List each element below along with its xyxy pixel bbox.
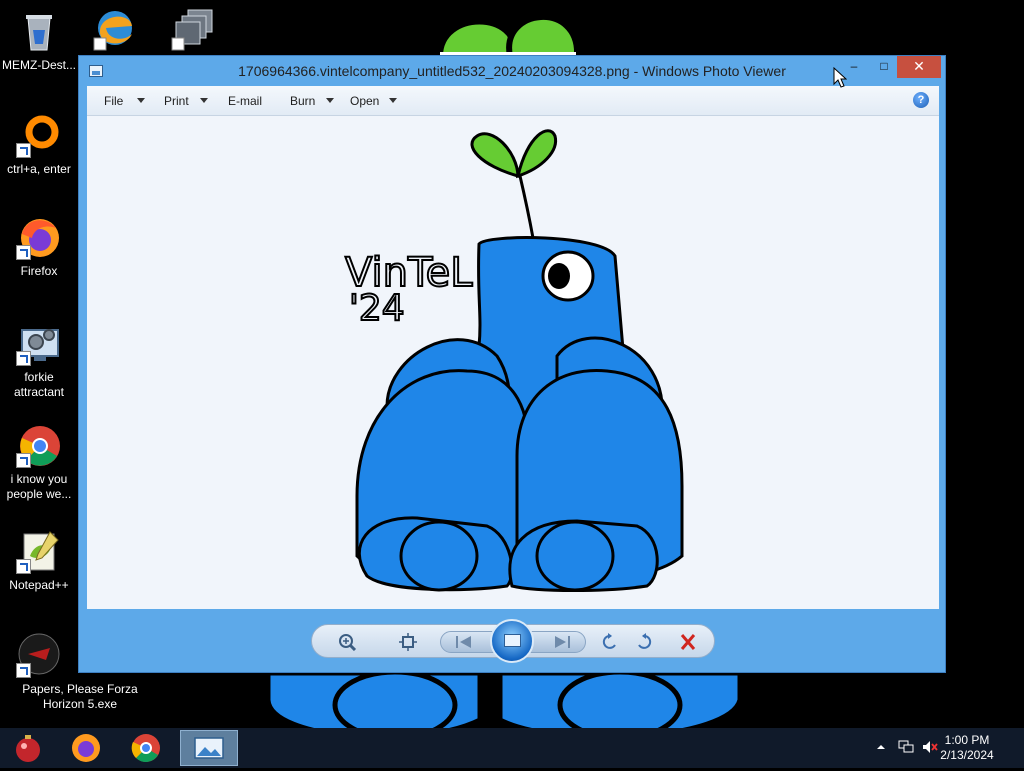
shortcut-arrow-icon [16,245,31,260]
desktop-icon-forkie-attractant[interactable]: forkie attractant [0,320,78,400]
chrome-icon [16,422,62,468]
shortcut-arrow-icon [16,351,31,366]
recycle-bin-icon [16,8,62,54]
slideshow-button[interactable] [490,619,534,663]
menu-file[interactable]: File [104,94,123,108]
tray-overflow-icon[interactable] [876,742,886,752]
stacked-windows-icon[interactable] [170,6,216,52]
gear-monitor-icon [16,320,62,366]
clock-time: 1:00 PM [944,733,990,747]
desktop-icon-label: Papers, Please Forza Horizon 5.exe [22,682,138,711]
taskbar: 1:00 PM 2/13/2024 [0,728,1024,768]
menu-email[interactable]: E-mail [228,94,262,108]
help-icon[interactable]: ? [913,92,929,108]
shortcut-arrow-icon [16,559,31,574]
desktop-icon-i-know-you[interactable]: i know you people we... [0,422,78,502]
papers-please-icon [16,632,62,678]
shortcut-arrow-icon [16,143,31,158]
viewer-controls [311,619,715,663]
desktop-icon-firefox[interactable]: Firefox [0,214,78,279]
window-title: 1706964366.vintelcompany_untitled532_202… [238,63,786,79]
menu-burn[interactable]: Burn [290,94,315,108]
clock-date: 2/13/2024 [940,748,994,762]
desktop-icon-label: i know you people we... [6,472,72,501]
actual-size-icon[interactable] [398,633,418,651]
chevron-down-icon[interactable] [137,98,145,103]
image-viewport[interactable]: VinTeL '24 [87,116,939,609]
zoom-icon[interactable] [338,633,358,651]
title-bar[interactable]: 1706964366.vintelcompany_untitled532_202… [79,56,945,86]
displayed-image: VinTeL '24 [344,129,684,592]
photo-viewer-icon [194,737,224,759]
edge-legacy-icon[interactable] [92,6,138,52]
slideshow-icon [504,634,521,647]
shortcut-arrow-icon [16,453,31,468]
next-icon[interactable] [553,636,571,648]
artist-signature-year: '24 [349,288,405,329]
ornament-icon [16,735,40,762]
rotate-left-icon[interactable] [600,633,620,651]
notepadpp-icon [16,528,62,574]
taskbar-firefox[interactable] [60,730,112,766]
mouse-cursor-icon [833,67,847,88]
desktop-icon-memz[interactable]: MEMZ-Dest... [0,8,78,73]
menu-open[interactable]: Open [350,94,379,108]
desktop-icon-label: ctrl+a, enter [7,162,71,176]
menu-print[interactable]: Print [164,94,189,108]
shortcut-arrow-icon [16,663,31,678]
photo-viewer-window: 1706964366.vintelcompany_untitled532_202… [78,55,946,673]
firefox-icon [72,734,100,762]
taskbar-ornament[interactable] [2,730,54,766]
taskbar-photo-viewer[interactable] [180,730,238,766]
desktop-icon-label: Firefox [20,264,58,278]
chrome-icon [131,734,160,763]
maximize-button[interactable]: □ [869,56,899,78]
desktop-icon-label: Notepad++ [9,578,69,592]
system-clock[interactable]: 1:00 PM 2/13/2024 [932,733,1002,763]
network-icon[interactable] [898,740,914,754]
desktop-icon-label: forkie attractant [13,370,65,399]
orange-ring-icon [16,112,62,158]
menu-bar: File Print E-mail Burn Open ? [87,86,939,116]
delete-icon[interactable] [678,633,698,651]
desktop-icon-ctrl-a-enter[interactable]: ctrl+a, enter [0,112,78,177]
taskbar-chrome[interactable] [120,730,172,766]
desktop-icon-label: MEMZ-Dest... [2,58,76,72]
firefox-icon [16,214,62,260]
chevron-down-icon[interactable] [389,98,397,103]
close-button[interactable]: ✕ [897,56,941,78]
chevron-down-icon[interactable] [326,98,334,103]
previous-icon[interactable] [455,636,473,648]
chevron-down-icon[interactable] [200,98,208,103]
desktop-icon-notepadpp[interactable]: Notepad++ [0,528,78,593]
rotate-right-icon[interactable] [634,633,654,651]
